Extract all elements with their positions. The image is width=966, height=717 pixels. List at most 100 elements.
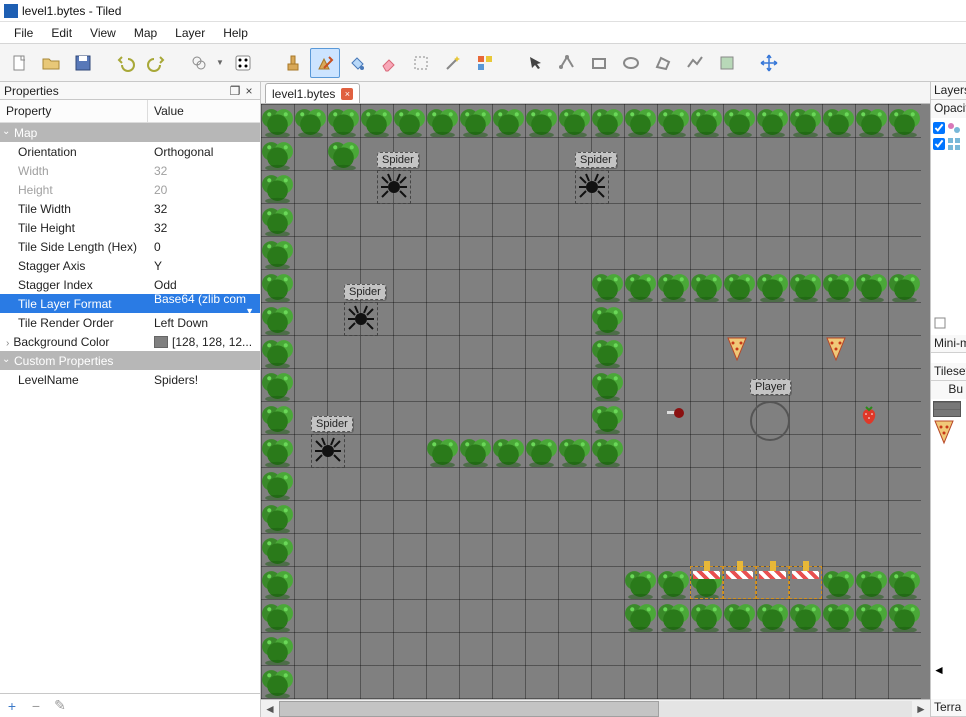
layer-row-2[interactable] [933, 136, 964, 152]
bush-tile[interactable] [525, 434, 558, 467]
scroll-left-arrow[interactable]: ◄ [261, 701, 279, 717]
bush-tile[interactable] [261, 533, 294, 566]
bush-tile[interactable] [855, 566, 888, 599]
layer-row-1[interactable] [933, 120, 964, 136]
bush-tile[interactable] [393, 104, 426, 137]
hazard-tile[interactable] [756, 566, 789, 599]
hazard-tile[interactable] [789, 566, 822, 599]
command-dropdown[interactable]: ▼ [216, 58, 226, 67]
bush-tile[interactable] [756, 599, 789, 632]
bush-tile[interactable] [492, 434, 525, 467]
bush-tile[interactable] [294, 104, 327, 137]
insert-tile-button[interactable] [712, 48, 742, 78]
bush-tile[interactable] [426, 104, 459, 137]
insert-rect-button[interactable] [584, 48, 614, 78]
spider-object[interactable] [377, 170, 411, 204]
bush-tile[interactable] [756, 269, 789, 302]
insert-polyline-button[interactable] [680, 48, 710, 78]
bush-tile[interactable] [657, 269, 690, 302]
tileset-view[interactable] [931, 399, 966, 450]
bush-tile[interactable] [888, 566, 921, 599]
layer-visible-checkbox[interactable] [933, 138, 945, 150]
menu-layer[interactable]: Layer [167, 23, 213, 43]
bush-tile[interactable] [558, 434, 591, 467]
magic-wand-button[interactable] [438, 48, 468, 78]
bush-tile[interactable] [756, 104, 789, 137]
bush-tile[interactable] [888, 599, 921, 632]
bush-tile[interactable] [261, 104, 294, 137]
bush-tile[interactable] [426, 434, 459, 467]
bush-tile[interactable] [591, 434, 624, 467]
menu-map[interactable]: Map [126, 23, 165, 43]
tileset-tab-bu[interactable]: Bu [931, 381, 966, 399]
prop-tile-layer-format[interactable]: Tile Layer FormatBase64 (zlib com▼ [0, 294, 260, 313]
bush-tile[interactable] [261, 467, 294, 500]
minimap-panel-header[interactable]: Mini-m [931, 335, 966, 353]
hazard-tile[interactable] [690, 566, 723, 599]
group-map[interactable]: ⌄Map [0, 123, 260, 142]
spider-label[interactable]: Spider [344, 284, 386, 300]
bush-tile[interactable] [261, 203, 294, 236]
hazard-tile[interactable] [723, 566, 756, 599]
bush-tile[interactable] [327, 104, 360, 137]
prop-levelname[interactable]: LevelNameSpiders! [0, 370, 260, 389]
insert-ellipse-button[interactable] [616, 48, 646, 78]
panel-close-icon[interactable]: × [242, 84, 256, 98]
player-object[interactable] [750, 401, 790, 441]
menu-help[interactable]: Help [215, 23, 256, 43]
spider-object[interactable] [575, 170, 609, 204]
bush-tile[interactable] [261, 137, 294, 170]
tile-pizza[interactable] [933, 419, 955, 445]
prop-height[interactable]: Height20 [0, 180, 260, 199]
bush-tile[interactable] [624, 566, 657, 599]
horizontal-scrollbar[interactable]: ◄ ► [261, 699, 930, 717]
pizza-tile[interactable] [727, 337, 747, 361]
spider-label[interactable]: Spider [575, 152, 617, 168]
bush-tile[interactable] [591, 269, 624, 302]
select-object-button[interactable] [520, 48, 550, 78]
tileset-scroll-left[interactable]: ◄ [931, 661, 966, 679]
save-file-button[interactable] [68, 48, 98, 78]
undo-button[interactable] [110, 48, 140, 78]
bush-tile[interactable] [261, 500, 294, 533]
bush-tile[interactable] [360, 104, 393, 137]
menu-file[interactable]: File [6, 23, 41, 43]
panel-popout-icon[interactable]: ❐ [228, 84, 242, 98]
group-custom-properties[interactable]: ⌄Custom Properties [0, 351, 260, 370]
bush-tile[interactable] [525, 104, 558, 137]
player-label[interactable]: Player [750, 379, 791, 395]
bush-tile[interactable] [261, 434, 294, 467]
prop-tile-render-order[interactable]: Tile Render OrderLeft Down [0, 313, 260, 332]
bush-tile[interactable] [657, 566, 690, 599]
bush-tile[interactable] [591, 401, 624, 434]
bush-tile[interactable] [624, 269, 657, 302]
bush-tile[interactable] [261, 599, 294, 632]
bush-tile[interactable] [261, 170, 294, 203]
bush-tile[interactable] [855, 599, 888, 632]
terrain-tool-button[interactable] [310, 48, 340, 78]
bush-tile[interactable] [492, 104, 525, 137]
redo-button[interactable] [142, 48, 172, 78]
spider-object[interactable] [344, 302, 378, 336]
scroll-track[interactable] [279, 701, 912, 717]
bush-tile[interactable] [723, 599, 756, 632]
insert-polygon-button[interactable] [648, 48, 678, 78]
eraser-tool-button[interactable] [374, 48, 404, 78]
bush-tile[interactable] [261, 368, 294, 401]
bush-tile[interactable] [690, 269, 723, 302]
col-value[interactable]: Value [148, 100, 190, 122]
menu-edit[interactable]: Edit [43, 23, 80, 43]
bush-tile[interactable] [261, 665, 294, 698]
bush-tile[interactable] [657, 104, 690, 137]
tile-brick[interactable] [933, 401, 961, 417]
scroll-right-arrow[interactable]: ► [912, 701, 930, 717]
map-viewport[interactable]: SpiderSpiderSpiderSpiderPlayer [261, 104, 930, 699]
layers-panel-header[interactable]: Layers [931, 82, 966, 100]
prop-background-color[interactable]: ›Background Color[128, 128, 12... [0, 332, 260, 351]
bush-tile[interactable] [558, 104, 591, 137]
bush-tile[interactable] [261, 236, 294, 269]
bush-tile[interactable] [327, 137, 360, 170]
stamp-tool-button[interactable] [278, 48, 308, 78]
bush-tile[interactable] [822, 269, 855, 302]
bush-tile[interactable] [261, 269, 294, 302]
